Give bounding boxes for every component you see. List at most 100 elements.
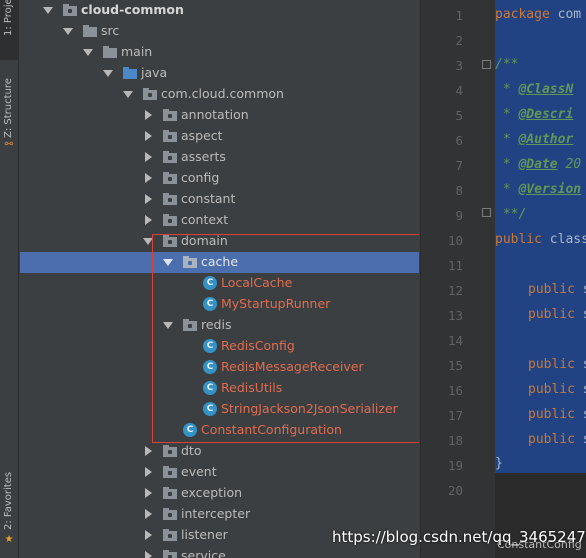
package-icon <box>163 487 177 499</box>
tree-node-constant-configuration[interactable]: C ConstantConfiguration <box>20 420 419 441</box>
tree-node-redis[interactable]: redis <box>20 315 419 336</box>
tree-label: constant <box>181 191 236 206</box>
structure-tool-tab[interactable]: Z: Structure ⚯ <box>0 60 19 155</box>
tree-node-constant[interactable]: constant <box>20 189 419 210</box>
tree-node-context[interactable]: context <box>20 210 419 231</box>
line-number: 1 <box>455 8 463 23</box>
chevron-right-icon[interactable] <box>145 467 152 477</box>
tree-label: cloud-common <box>81 2 184 17</box>
chevron-down-icon[interactable] <box>123 91 133 98</box>
chevron-right-icon[interactable] <box>145 194 152 204</box>
structure-icon: ⚯ <box>4 139 14 150</box>
line-number: 18 <box>447 433 463 448</box>
chevron-right-icon[interactable] <box>145 131 152 141</box>
tree-node-intercepter[interactable]: intercepter <box>20 504 419 525</box>
tree-node-config[interactable]: config <box>20 168 419 189</box>
tree-node-package[interactable]: com.cloud.common <box>20 84 419 105</box>
chevron-right-icon[interactable] <box>145 509 152 519</box>
chevron-right-icon[interactable] <box>145 173 152 183</box>
tree-node-redis-utils[interactable]: C RedisUtils <box>20 378 419 399</box>
tree-label: aspect <box>181 128 223 143</box>
tree-node-string-jackson-serializer[interactable]: C StringJackson2JsonSerializer <box>20 399 419 420</box>
code-editor[interactable]: package com /** * @ClassN * @Descri * @A… <box>495 0 586 558</box>
tree-label: MyStartupRunner <box>221 296 331 311</box>
tree-label: com.cloud.common <box>161 86 284 101</box>
code-line-16: public s <box>528 382 586 397</box>
tree-label: src <box>101 23 120 38</box>
tree-node-dto[interactable]: dto <box>20 441 419 462</box>
package-icon <box>163 151 177 163</box>
chevron-down-icon[interactable] <box>43 7 53 14</box>
class-icon: C <box>183 423 197 437</box>
chevron-down-icon[interactable] <box>103 70 113 77</box>
chevron-right-icon[interactable] <box>145 551 152 558</box>
class-icon: C <box>203 339 217 353</box>
code-line-13: public s <box>528 307 586 322</box>
favorites-tool-tab[interactable]: 2: Favorites ★ <box>0 460 19 550</box>
tree-node-domain[interactable]: domain <box>20 231 419 252</box>
code-line-7: * @Date 20 <box>495 157 582 172</box>
chevron-down-icon[interactable] <box>163 322 173 329</box>
tree-node-cache[interactable]: cache <box>20 252 419 273</box>
line-number: 16 <box>447 383 463 398</box>
package-icon <box>163 445 177 457</box>
tree-label: asserts <box>181 149 226 164</box>
tree-label: ConstantConfiguration <box>201 422 342 437</box>
package-icon <box>163 193 177 205</box>
tree-label: exception <box>181 485 243 500</box>
tree-node-my-startup-runner[interactable]: C MyStartupRunner <box>20 294 419 315</box>
watermark: https://blog.csdn.net/qq_34652478 <box>332 528 586 546</box>
tree-node-annotation[interactable]: annotation <box>20 105 419 126</box>
tree-node-main[interactable]: main <box>20 42 419 63</box>
tree-node-aspect[interactable]: aspect <box>20 126 419 147</box>
tree-label: intercepter <box>181 506 251 521</box>
tree-node-cloud-common[interactable]: cloud-common <box>20 0 419 21</box>
tree-label: main <box>121 44 153 59</box>
package-icon <box>163 109 177 121</box>
chevron-right-icon[interactable] <box>145 488 152 498</box>
project-tree[interactable]: cloud-common src main java com.cloud.com… <box>20 0 419 558</box>
structure-tab-label: Z: Structure <box>3 78 14 138</box>
tree-node-exception[interactable]: exception <box>20 483 419 504</box>
fold-toggle-icon[interactable] <box>482 208 491 217</box>
tree-node-java[interactable]: java <box>20 63 419 84</box>
package-icon <box>163 466 177 478</box>
chevron-down-icon[interactable] <box>163 259 173 266</box>
tree-node-redis-message-receiver[interactable]: C RedisMessageReceiver <box>20 357 419 378</box>
source-folder-icon <box>123 67 137 79</box>
package-icon <box>163 130 177 142</box>
tree-node-local-cache[interactable]: C LocalCache <box>20 273 419 294</box>
package-icon <box>163 508 177 520</box>
chevron-down-icon[interactable] <box>83 49 93 56</box>
code-line-12: public s <box>528 282 586 297</box>
chevron-right-icon[interactable] <box>145 152 152 162</box>
code-line-3: /** <box>495 57 519 72</box>
chevron-down-icon[interactable] <box>143 238 153 245</box>
class-icon: C <box>203 360 217 374</box>
line-number: 10 <box>447 233 463 248</box>
favorites-tab-label: 2: Favorites <box>3 471 14 530</box>
line-number: 3 <box>455 58 463 73</box>
package-icon <box>163 550 177 558</box>
tree-node-redis-config[interactable]: C RedisConfig <box>20 336 419 357</box>
tree-label: RedisConfig <box>221 338 295 353</box>
chevron-right-icon[interactable] <box>145 530 152 540</box>
chevron-right-icon[interactable] <box>145 215 152 225</box>
tree-node-service[interactable]: service <box>20 546 419 558</box>
tree-label: LocalCache <box>221 275 293 290</box>
tool-window-strip: 1: Project Z: Structure ⚯ 2: Favorites ★ <box>0 0 19 558</box>
project-tool-tab[interactable]: 1: Project <box>0 0 19 60</box>
line-number: 14 <box>447 333 463 348</box>
tree-node-event[interactable]: event <box>20 462 419 483</box>
folder-icon <box>83 25 97 37</box>
tree-node-asserts[interactable]: asserts <box>20 147 419 168</box>
package-icon <box>163 214 177 226</box>
tree-node-src[interactable]: src <box>20 21 419 42</box>
package-icon <box>143 88 157 100</box>
chevron-right-icon[interactable] <box>145 110 152 120</box>
tree-label: StringJackson2JsonSerializer <box>221 401 398 416</box>
chevron-right-icon[interactable] <box>145 446 152 456</box>
chevron-down-icon[interactable] <box>63 28 73 35</box>
line-number: 13 <box>447 308 463 323</box>
fold-toggle-icon[interactable] <box>482 60 491 69</box>
